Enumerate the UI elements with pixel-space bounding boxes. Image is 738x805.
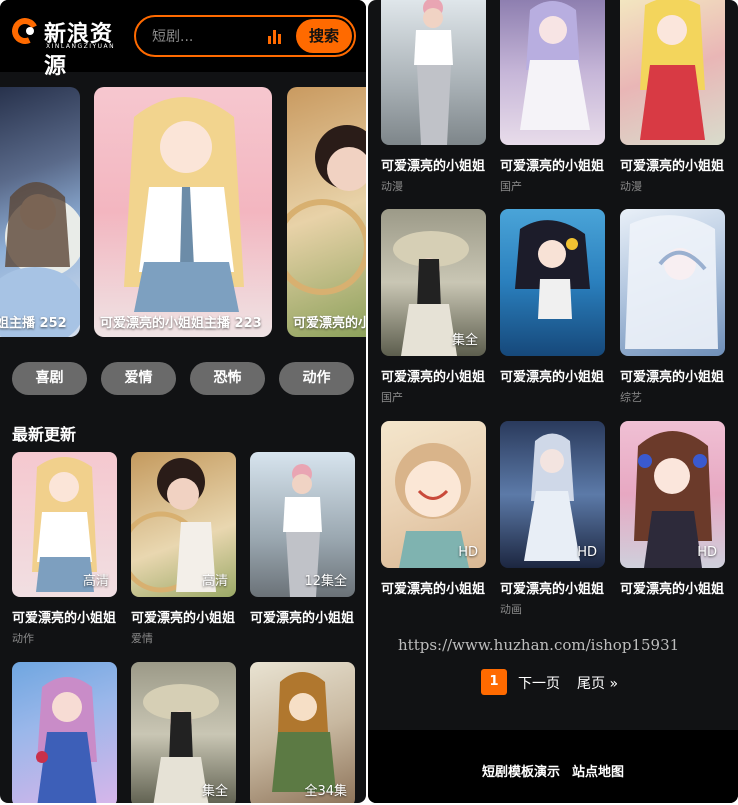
video-thumbnail[interactable]: 全34集 [250, 662, 355, 803]
video-badge: 集全 [201, 784, 228, 799]
video-thumbnail[interactable]: HD [500, 421, 605, 568]
video-badge: 高清 [201, 574, 228, 589]
video-card[interactable]: HD 可爱漂亮的小姐姐 [620, 421, 725, 601]
video-card[interactable]: 可爱漂亮的小姐姐 综艺 [620, 209, 725, 405]
video-card[interactable]: 集全 [131, 662, 236, 803]
video-thumbnail[interactable] [620, 209, 725, 356]
video-tag[interactable]: 国产 [500, 178, 605, 194]
video-card[interactable]: 12集全 可爱漂亮的小姐姐 [250, 452, 355, 630]
logo-subtext: XINLANGZIYUAN [46, 43, 116, 50]
logo-c-icon [8, 14, 42, 48]
site-logo[interactable]: 新浪资源 XINLANGZIYUAN [8, 14, 132, 79]
video-card[interactable] [12, 662, 117, 803]
video-title[interactable]: 可爱漂亮的小姐姐 [250, 607, 355, 626]
video-title[interactable]: 可爱漂亮的小姐姐 [500, 366, 605, 385]
category-pill-horror[interactable]: 恐怖 [190, 362, 265, 395]
video-title[interactable]: 可爱漂亮的小姐姐 [12, 607, 117, 626]
video-thumbnail[interactable]: 集全 [381, 209, 486, 356]
video-tag[interactable]: 动漫 [381, 178, 486, 194]
carousel-slide[interactable]: 姐主播 252 [0, 87, 80, 337]
video-tag[interactable]: 动漫 [620, 178, 725, 194]
video-thumbnail[interactable] [381, 0, 486, 145]
video-badge: HD [697, 545, 717, 560]
logo-dot-icon [26, 27, 34, 35]
category-pill-romance[interactable]: 爱情 [101, 362, 176, 395]
video-thumbnail[interactable] [500, 0, 605, 145]
video-thumbnail[interactable]: 集全 [131, 662, 236, 803]
search-button[interactable]: 搜索 [296, 19, 352, 53]
search-box: 搜索 [134, 15, 356, 57]
footer-link-sitemap[interactable]: 站点地图 [572, 761, 624, 780]
carousel-caption: 可爱漂亮的小 [293, 316, 366, 331]
video-title[interactable]: 可爱漂亮的小姐姐 [620, 578, 725, 597]
video-card[interactable]: 可爱漂亮的小姐姐 [500, 209, 605, 389]
video-tag[interactable]: 动作 [12, 630, 117, 646]
video-tag[interactable]: 国产 [381, 389, 486, 405]
video-title[interactable]: 可爱漂亮的小姐姐 [381, 578, 486, 597]
video-title[interactable]: 可爱漂亮的小姐姐 [620, 155, 725, 174]
video-title[interactable]: 可爱漂亮的小姐姐 [131, 607, 236, 626]
right-page-panel: 可爱漂亮的小姐姐 动漫 可爱漂亮的小姐姐 国产 可爱漂亮的小姐姐 动漫 集全 可… [368, 0, 738, 803]
video-badge: 高清 [82, 574, 109, 589]
video-thumbnail[interactable]: 高清 [12, 452, 117, 597]
video-thumbnail[interactable] [620, 0, 725, 145]
video-thumbnail[interactable]: HD [381, 421, 486, 568]
video-card[interactable]: 高清 可爱漂亮的小姐姐 动作 [12, 452, 117, 646]
video-badge: 集全 [451, 333, 478, 348]
video-tag[interactable]: 动画 [500, 601, 605, 617]
video-title[interactable]: 可爱漂亮的小姐姐 [381, 155, 486, 174]
video-thumbnail[interactable]: 12集全 [250, 452, 355, 597]
video-tag[interactable]: 综艺 [620, 389, 725, 405]
carousel-slide[interactable]: 可爱漂亮的小姐姐主播 223 [94, 87, 272, 337]
video-card[interactable]: HD 可爱漂亮的小姐姐 [381, 421, 486, 601]
page-current[interactable]: 1 [481, 669, 507, 695]
video-thumbnail[interactable]: 高清 [131, 452, 236, 597]
video-badge: 12集全 [304, 574, 347, 589]
video-card[interactable]: 高清 可爱漂亮的小姐姐 爱情 [131, 452, 236, 646]
left-page-panel: 新浪资源 XINLANGZIYUAN 搜索 姐主播 252 可爱漂亮的小 [0, 0, 366, 803]
hot-chart-icon[interactable] [268, 28, 282, 44]
video-card[interactable]: 全34集 [250, 662, 355, 803]
carousel-slide[interactable]: 可爱漂亮的小 [287, 87, 366, 337]
site-footer: 短剧模板演示 站点地图 [368, 730, 738, 803]
video-thumbnail[interactable] [500, 209, 605, 356]
video-badge: HD [458, 545, 478, 560]
video-thumbnail[interactable] [12, 662, 117, 803]
watermark-url: https://www.huzhan.com/ishop15931 [398, 636, 680, 654]
section-title: 最新更新 [12, 425, 77, 444]
search-input[interactable] [150, 25, 254, 49]
video-thumbnail[interactable]: HD [620, 421, 725, 568]
category-pill-comedy[interactable]: 喜剧 [12, 362, 87, 395]
last-page-link[interactable]: 尾页 » [577, 673, 618, 693]
next-page-link[interactable]: 下一页 [518, 673, 560, 693]
category-pill-action[interactable]: 动作 [279, 362, 354, 395]
carousel-caption: 姐主播 252 [0, 316, 67, 331]
video-card[interactable]: 可爱漂亮的小姐姐 动漫 [381, 0, 486, 194]
video-card[interactable]: HD 可爱漂亮的小姐姐 动画 [500, 421, 605, 617]
video-badge: HD [577, 545, 597, 560]
video-card[interactable]: 集全 可爱漂亮的小姐姐 国产 [381, 209, 486, 405]
video-title[interactable]: 可爱漂亮的小姐姐 [381, 366, 486, 385]
video-title[interactable]: 可爱漂亮的小姐姐 [620, 366, 725, 385]
site-header: 新浪资源 XINLANGZIYUAN 搜索 [0, 0, 366, 79]
video-badge: 全34集 [304, 784, 347, 799]
video-card[interactable]: 可爱漂亮的小姐姐 动漫 [620, 0, 725, 194]
video-tag[interactable]: 爱情 [131, 630, 236, 646]
video-title[interactable]: 可爱漂亮的小姐姐 [500, 155, 605, 174]
video-title[interactable]: 可爱漂亮的小姐姐 [500, 578, 605, 597]
footer-link-demo[interactable]: 短剧模板演示 [482, 761, 560, 780]
video-card[interactable]: 可爱漂亮的小姐姐 国产 [500, 0, 605, 194]
carousel-caption: 可爱漂亮的小姐姐主播 223 [100, 316, 262, 331]
